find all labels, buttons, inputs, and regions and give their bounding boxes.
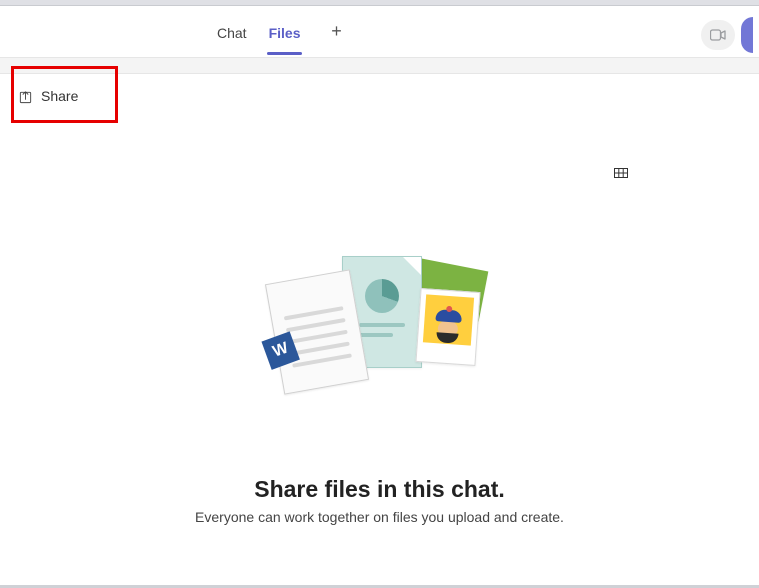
- empty-state-subtitle: Everyone can work together on files you …: [195, 509, 564, 525]
- share-button[interactable]: Share: [18, 88, 78, 104]
- tab-bar: Chat Files +: [195, 18, 350, 46]
- video-icon: [710, 29, 726, 41]
- illustration-photo: [415, 288, 480, 366]
- chat-header: Chat Files +: [0, 6, 759, 58]
- tab-files[interactable]: Files: [261, 19, 309, 45]
- empty-state: W Share files in this chat. Everyone can…: [0, 260, 759, 525]
- empty-state-illustration: W: [270, 260, 490, 390]
- share-button-label: Share: [41, 88, 78, 104]
- tab-chat[interactable]: Chat: [209, 19, 255, 45]
- share-icon: [18, 89, 33, 104]
- header-actions: [701, 17, 753, 53]
- illustration-word-doc: W: [264, 269, 368, 394]
- files-toolbar-strip: [0, 58, 759, 74]
- view-toggle-button[interactable]: [614, 165, 628, 175]
- chat-title-area: [0, 7, 195, 57]
- video-call-button[interactable]: [701, 20, 735, 50]
- avatar[interactable]: [741, 17, 753, 53]
- empty-state-title: Share files in this chat.: [254, 476, 505, 503]
- tiles-icon: [614, 168, 628, 178]
- add-tab-button[interactable]: +: [322, 18, 350, 46]
